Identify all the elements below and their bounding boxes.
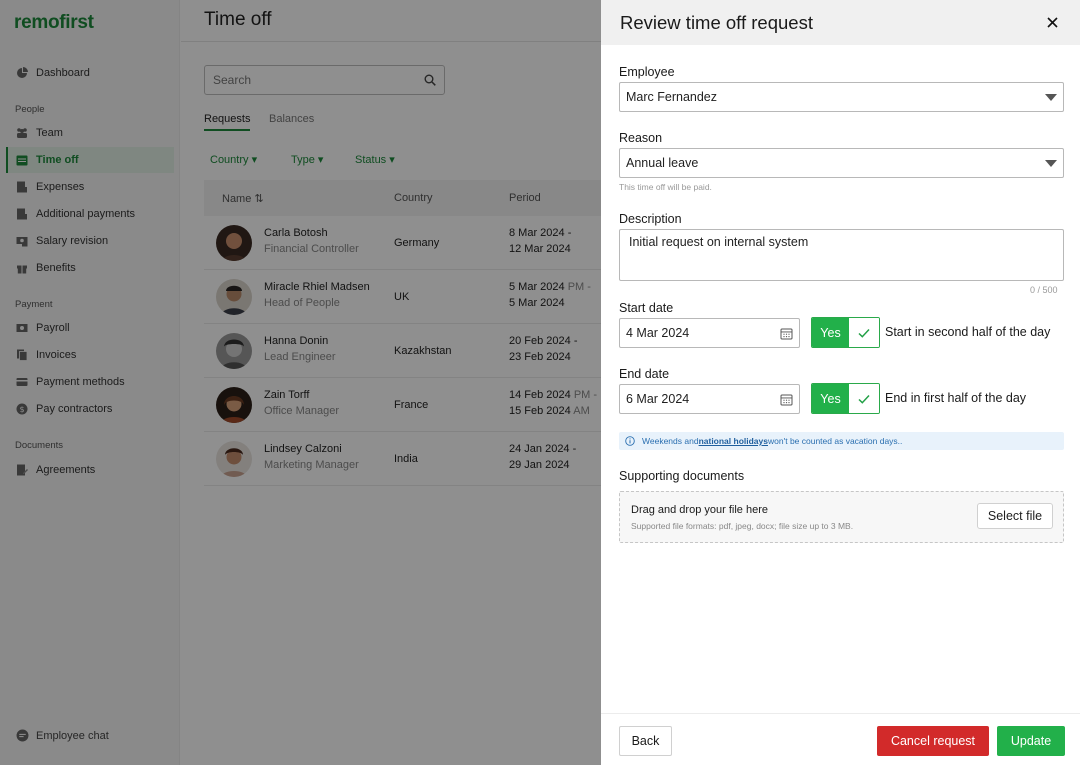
calendar-icon[interactable] [780, 327, 793, 340]
employee-label: Employee [619, 65, 675, 79]
end-date-input[interactable]: 6 Mar 2024 [619, 384, 800, 414]
description-label: Description [619, 212, 682, 226]
checkmark-icon [849, 318, 879, 347]
close-button[interactable] [1042, 12, 1062, 32]
info-text-post: won't be counted as vacation days.. [768, 436, 903, 446]
start-date-input[interactable]: 4 Mar 2024 [619, 318, 800, 348]
end-date-value: 6 Mar 2024 [626, 392, 690, 406]
review-request-drawer: Review time off request Employee Marc Fe… [601, 0, 1080, 765]
back-button[interactable]: Back [619, 726, 672, 756]
employee-select[interactable]: Marc Fernandez [619, 82, 1064, 112]
start-half-day-toggle[interactable]: Yes [811, 317, 880, 348]
reason-label: Reason [619, 131, 663, 145]
toggle-yes-label: Yes [812, 384, 849, 413]
start-date-label: Start date [619, 301, 674, 315]
checkmark-icon [849, 384, 879, 413]
chevron-down-icon [1045, 159, 1057, 167]
start-date-value: 4 Mar 2024 [626, 326, 690, 340]
reason-value: Annual leave [626, 156, 699, 170]
info-icon [625, 436, 635, 446]
start-half-day-label: Start in second half of the day [885, 325, 1051, 339]
info-banner: Weekends and national holidays won't be … [619, 432, 1064, 450]
description-textarea[interactable]: Initial request on internal system [619, 229, 1064, 281]
file-dropzone[interactable]: Drag and drop your file here Supported f… [619, 491, 1064, 543]
employee-value: Marc Fernandez [626, 90, 718, 104]
dropzone-title: Drag and drop your file here [631, 504, 768, 516]
end-half-day-label: End in first half of the day [885, 391, 1027, 405]
end-half-day-toggle[interactable]: Yes [811, 383, 880, 414]
info-text-pre: Weekends and [642, 436, 699, 446]
dropzone-subtitle: Supported file formats: pdf, jpeg, docx;… [631, 521, 854, 531]
end-date-label: End date [619, 367, 670, 381]
calendar-icon[interactable] [780, 393, 793, 406]
national-holidays-link[interactable]: national holidays [699, 436, 768, 446]
drawer-title: Review time off request [620, 12, 813, 33]
cancel-request-button[interactable]: Cancel request [877, 726, 989, 756]
select-file-button[interactable]: Select file [977, 503, 1053, 529]
footer-divider [601, 713, 1080, 714]
reason-hint: This time off will be paid. [619, 182, 712, 192]
supporting-documents-label: Supporting documents [619, 469, 745, 483]
drawer-header: Review time off request [601, 0, 1080, 45]
reason-select[interactable]: Annual leave [619, 148, 1064, 178]
chevron-down-icon [1045, 93, 1057, 101]
modal-overlay[interactable] [0, 0, 601, 765]
toggle-yes-label: Yes [812, 318, 849, 347]
update-button[interactable]: Update [997, 726, 1065, 756]
description-counter: 0 / 500 [1030, 285, 1058, 295]
close-icon [1046, 16, 1058, 28]
